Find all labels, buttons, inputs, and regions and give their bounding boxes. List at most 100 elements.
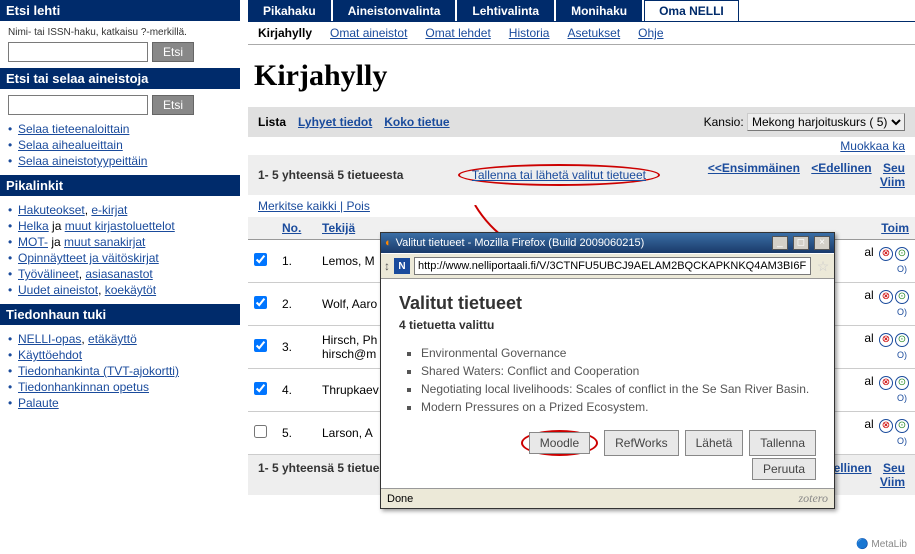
- row-checkbox[interactable]: [254, 296, 267, 309]
- list-link[interactable]: e-kirjat: [91, 203, 127, 217]
- subtab-omat aineistot[interactable]: Omat aineistot: [330, 26, 407, 40]
- close-button[interactable]: ×: [814, 236, 830, 250]
- list-link[interactable]: Työvälineet: [18, 267, 79, 281]
- row-checkbox[interactable]: [254, 425, 267, 438]
- results-count-top: 1- 5 yhteensä 5 tietueesta: [258, 168, 418, 182]
- save-button[interactable]: Tallenna: [749, 430, 816, 456]
- viewmode-lyhyet[interactable]: Lyhyet tiedot: [298, 115, 372, 129]
- tab-monihaku[interactable]: Monihaku: [556, 0, 642, 21]
- selected-record-item: Modern Pressures on a Prized Ecosystem.: [421, 400, 816, 414]
- status-text: Done: [387, 493, 413, 505]
- list-link[interactable]: muut sanakirjat: [64, 235, 145, 249]
- list-link[interactable]: Palaute: [18, 396, 59, 410]
- cancel-button[interactable]: Peruuta: [752, 458, 816, 480]
- selected-record-item: Environmental Governance: [421, 346, 816, 360]
- edit-folders-link[interactable]: Muokkaa ka: [840, 139, 905, 153]
- row-checkbox[interactable]: [254, 339, 267, 352]
- tab-pikahaku[interactable]: Pikahaku: [248, 0, 331, 21]
- save-icon[interactable]: ⊙: [895, 290, 909, 304]
- subtab-omat lehdet[interactable]: Omat lehdet: [425, 26, 490, 40]
- site-icon: N: [394, 258, 410, 274]
- send-button[interactable]: Lähetä: [685, 430, 744, 456]
- save-icon[interactable]: ⊙: [895, 419, 909, 433]
- browse-search-button[interactable]: Etsi: [152, 95, 194, 115]
- list-link[interactable]: muut kirjastoluettelot: [65, 219, 175, 233]
- quicklinks-header: Pikalinkit: [0, 175, 240, 196]
- row-no: 3.: [276, 326, 316, 369]
- popup-selected-count: 4 tietuetta valittu: [399, 318, 816, 332]
- viewmode-lista[interactable]: Lista: [258, 115, 286, 129]
- browse-link-1[interactable]: Selaa aihealueittain: [18, 138, 123, 152]
- kansio-select[interactable]: Mekong harjoituskurs ( 5): [747, 113, 905, 131]
- col-actions[interactable]: Toim: [849, 217, 915, 240]
- tab-lehtivalinta[interactable]: Lehtivalinta: [457, 0, 554, 21]
- delete-icon[interactable]: ⊗: [879, 376, 893, 390]
- delete-icon[interactable]: ⊗: [879, 290, 893, 304]
- save-send-selected-link[interactable]: Tallenna tai lähetä valitut tietueet: [472, 168, 646, 182]
- maximize-button[interactable]: ◻: [793, 236, 809, 250]
- list-link[interactable]: Hakuteokset: [18, 203, 85, 217]
- subtab-ohje[interactable]: Ohje: [638, 26, 663, 40]
- list-link[interactable]: Käyttöehdot: [18, 348, 82, 362]
- refworks-button[interactable]: RefWorks: [604, 430, 678, 456]
- save-icon[interactable]: ⊙: [895, 376, 909, 390]
- browse-header: Etsi tai selaa aineistoja: [0, 68, 240, 89]
- subtab-historia[interactable]: Historia: [509, 26, 550, 40]
- list-link[interactable]: etäkäyttö: [88, 332, 137, 346]
- subtab-asetukset[interactable]: Asetukset: [567, 26, 620, 40]
- mark-all[interactable]: Merkitse kaikki: [258, 199, 337, 213]
- view-toolbar: Lista Lyhyet tiedot Koko tietue Kansio: …: [248, 107, 915, 137]
- browse-search-input[interactable]: [8, 95, 148, 115]
- minimize-button[interactable]: _: [772, 236, 788, 250]
- pager-first[interactable]: <<Ensimmäinen: [708, 161, 800, 175]
- row-checkbox[interactable]: [254, 382, 267, 395]
- list-link[interactable]: NELLI-opas: [18, 332, 81, 346]
- popup-window-title: Valitut tietueet - Mozilla Firefox (Buil…: [396, 237, 645, 249]
- metalib-brand: 🔵 MetaLib: [856, 539, 907, 550]
- unmark-all[interactable]: Pois: [346, 199, 369, 213]
- list-link[interactable]: asiasanastot: [85, 267, 152, 281]
- address-bar-input[interactable]: [414, 257, 811, 275]
- list-link[interactable]: Uudet aineistot: [18, 283, 98, 297]
- pager-next[interactable]: Seu: [883, 161, 905, 175]
- selected-record-item: Shared Waters: Conflict and Cooperation: [421, 364, 816, 378]
- list-link[interactable]: MOT-: [18, 235, 48, 249]
- pager-next-b[interactable]: Seu: [883, 461, 905, 475]
- save-icon[interactable]: ⊙: [895, 247, 909, 261]
- save-icon[interactable]: ⊙: [895, 333, 909, 347]
- list-link[interactable]: Tiedonhankinnan opetus: [18, 380, 149, 394]
- pager-prev[interactable]: <Edellinen: [811, 161, 871, 175]
- row-no: 5.: [276, 412, 316, 455]
- bookmark-star-icon[interactable]: ☆: [815, 258, 831, 274]
- popup-heading: Valitut tietueet: [399, 293, 816, 314]
- subtab-kirjahylly[interactable]: Kirjahylly: [258, 26, 312, 40]
- list-link[interactable]: Helka: [18, 219, 49, 233]
- zotero-label[interactable]: zotero: [798, 491, 828, 506]
- selected-records-popup: ◐ Valitut tietueet - Mozilla Firefox (Bu…: [380, 232, 835, 509]
- firefox-icon: ◐: [385, 237, 392, 249]
- viewmode-koko[interactable]: Koko tietue: [384, 115, 449, 129]
- page-title: Kirjahylly: [254, 59, 915, 93]
- row-checkbox[interactable]: [254, 253, 267, 266]
- browse-link-2[interactable]: Selaa aineistotyypeittäin: [18, 154, 147, 168]
- list-link[interactable]: Opinnäytteet ja väitöskirjat: [18, 251, 159, 265]
- search-journal-header: Etsi lehti: [0, 0, 240, 21]
- list-link[interactable]: koekäytöt: [105, 283, 156, 297]
- moodle-button[interactable]: Moodle: [529, 432, 590, 454]
- pager-last[interactable]: Viim: [880, 175, 905, 189]
- list-link[interactable]: Tiedonhankinta (TVT-ajokortti): [18, 364, 179, 378]
- delete-icon[interactable]: ⊗: [879, 247, 893, 261]
- row-no: 4.: [276, 369, 316, 412]
- browse-link-0[interactable]: Selaa tieteenaloittain: [18, 122, 129, 136]
- tab-aineistonvalinta[interactable]: Aineistonvalinta: [333, 0, 456, 21]
- row-no: 2.: [276, 283, 316, 326]
- reload-icon[interactable]: ↕: [384, 259, 390, 273]
- pager-last-b[interactable]: Viim: [880, 475, 905, 489]
- selected-record-item: Negotiating local livelihoods: Scales of…: [421, 382, 816, 396]
- delete-icon[interactable]: ⊗: [879, 333, 893, 347]
- journal-search-input[interactable]: [8, 42, 148, 62]
- journal-search-button[interactable]: Etsi: [152, 42, 194, 62]
- col-no[interactable]: No.: [276, 217, 316, 240]
- tab-oma nelli[interactable]: Oma NELLI: [644, 0, 739, 21]
- delete-icon[interactable]: ⊗: [879, 419, 893, 433]
